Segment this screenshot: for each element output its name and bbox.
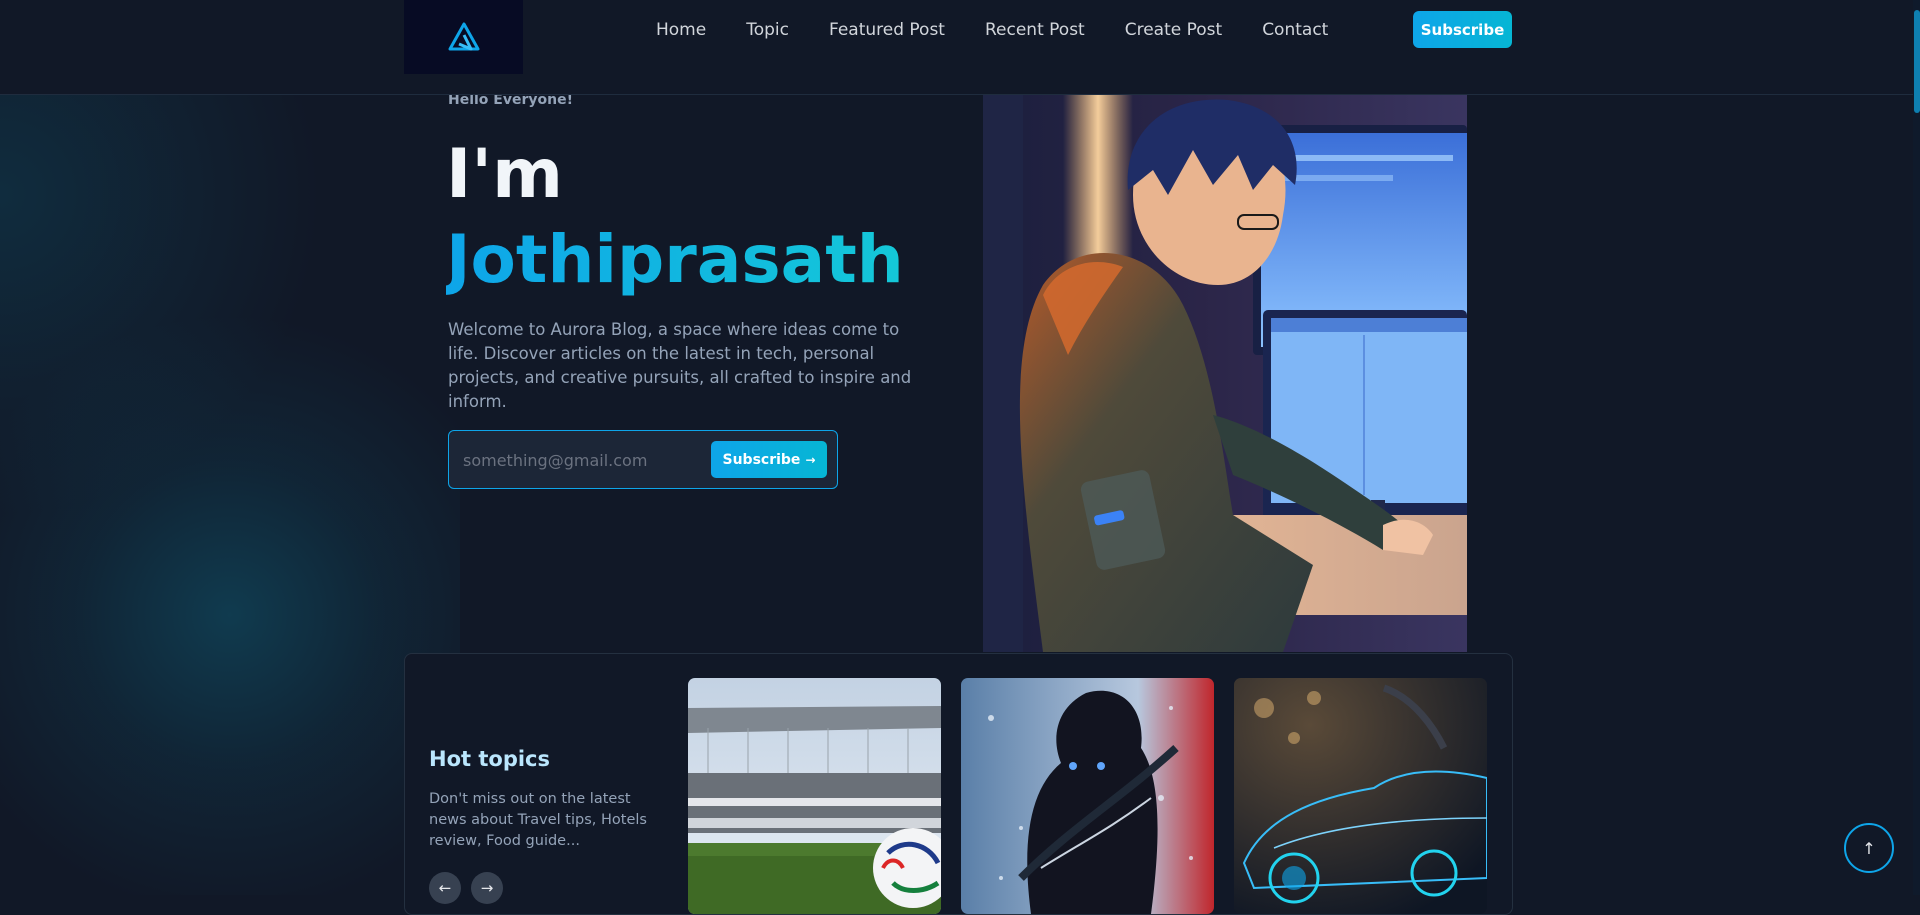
- hero-illustration: [983, 95, 1467, 652]
- aurora-logo-icon: [448, 22, 479, 51]
- hot-topics-description: Don't miss out on the latest news about …: [429, 791, 647, 849]
- hot-topics-title: Hot topics: [429, 747, 550, 771]
- nav-featured-post[interactable]: Featured Post: [829, 19, 945, 41]
- logo[interactable]: [404, 0, 523, 74]
- hero-intro: I'm: [446, 135, 563, 214]
- arrow-up-icon: ↑: [1862, 838, 1876, 858]
- carousel-prev-button[interactable]: ←: [429, 872, 461, 904]
- scrollbar-track[interactable]: [1913, 0, 1920, 895]
- hero-description: Welcome to Aurora Blog, a space where id…: [448, 320, 912, 411]
- topic-card-anime[interactable]: [961, 678, 1214, 914]
- site-header: Home Topic Featured Post Recent Post Cre…: [0, 0, 1920, 95]
- main-nav: Home Topic Featured Post Recent Post Cre…: [656, 19, 1368, 41]
- email-input[interactable]: [461, 441, 695, 479]
- nav-contact[interactable]: Contact: [1262, 19, 1328, 41]
- topic-card-car[interactable]: [1234, 678, 1487, 914]
- arrow-right-icon: →: [480, 879, 494, 897]
- programmer-illustration-image: [983, 95, 1467, 652]
- newsletter-form: Subscribe →: [448, 430, 838, 489]
- hero-name: Jothiprasath: [446, 221, 904, 298]
- back-to-top-button[interactable]: ↑: [1844, 823, 1894, 873]
- hot-topics-section: Hot topics Don't miss out on the latest …: [404, 653, 1513, 915]
- header-subscribe-button[interactable]: Subscribe: [1413, 11, 1512, 48]
- stadium-image: [688, 678, 941, 914]
- topic-card-stadium[interactable]: [688, 678, 941, 914]
- scrollbar-thumb[interactable]: [1914, 10, 1920, 113]
- nav-create-post[interactable]: Create Post: [1125, 19, 1222, 41]
- background-glow: [0, 95, 460, 895]
- futuristic-car-image: [1234, 678, 1487, 914]
- newsletter-subscribe-button[interactable]: Subscribe →: [711, 441, 827, 478]
- nav-topic[interactable]: Topic: [746, 19, 789, 41]
- anime-warrior-image: [961, 678, 1214, 914]
- arrow-right-icon: →: [805, 452, 816, 467]
- arrow-left-icon: ←: [438, 879, 452, 897]
- nav-recent-post[interactable]: Recent Post: [985, 19, 1085, 41]
- carousel-next-button[interactable]: →: [471, 872, 503, 904]
- nav-home[interactable]: Home: [656, 19, 706, 41]
- newsletter-subscribe-label: Subscribe: [722, 451, 801, 468]
